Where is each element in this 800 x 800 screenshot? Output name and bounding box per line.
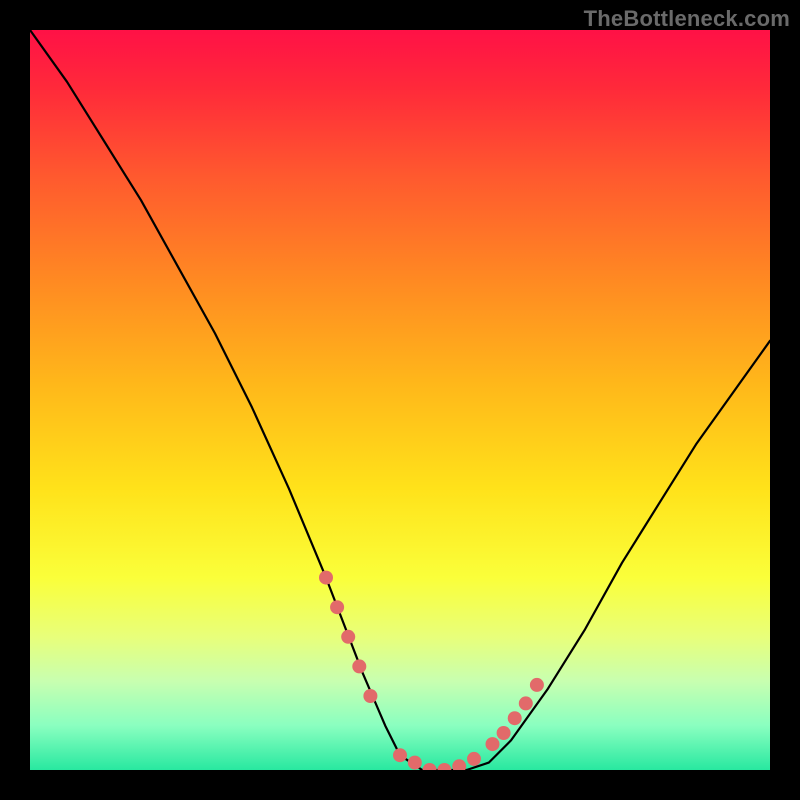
highlight-dot [363, 689, 377, 703]
highlight-dot [319, 571, 333, 585]
highlight-dot [408, 756, 422, 770]
highlight-dot [352, 659, 366, 673]
highlight-dot [497, 726, 511, 740]
highlight-dot [508, 711, 522, 725]
highlight-dot [330, 600, 344, 614]
highlight-dot [423, 763, 437, 770]
highlight-dot [519, 696, 533, 710]
plot-area [30, 30, 770, 770]
chart-frame: TheBottleneck.com [0, 0, 800, 800]
highlight-dot [437, 763, 451, 770]
highlight-dot [393, 748, 407, 762]
curve-svg [30, 30, 770, 770]
watermark-text: TheBottleneck.com [584, 6, 790, 32]
highlight-dot [530, 678, 544, 692]
bottleneck-curve-line [30, 30, 770, 770]
highlight-dot [452, 759, 466, 770]
highlight-dot [341, 630, 355, 644]
highlight-dot [467, 752, 481, 766]
highlight-dot [486, 737, 500, 751]
